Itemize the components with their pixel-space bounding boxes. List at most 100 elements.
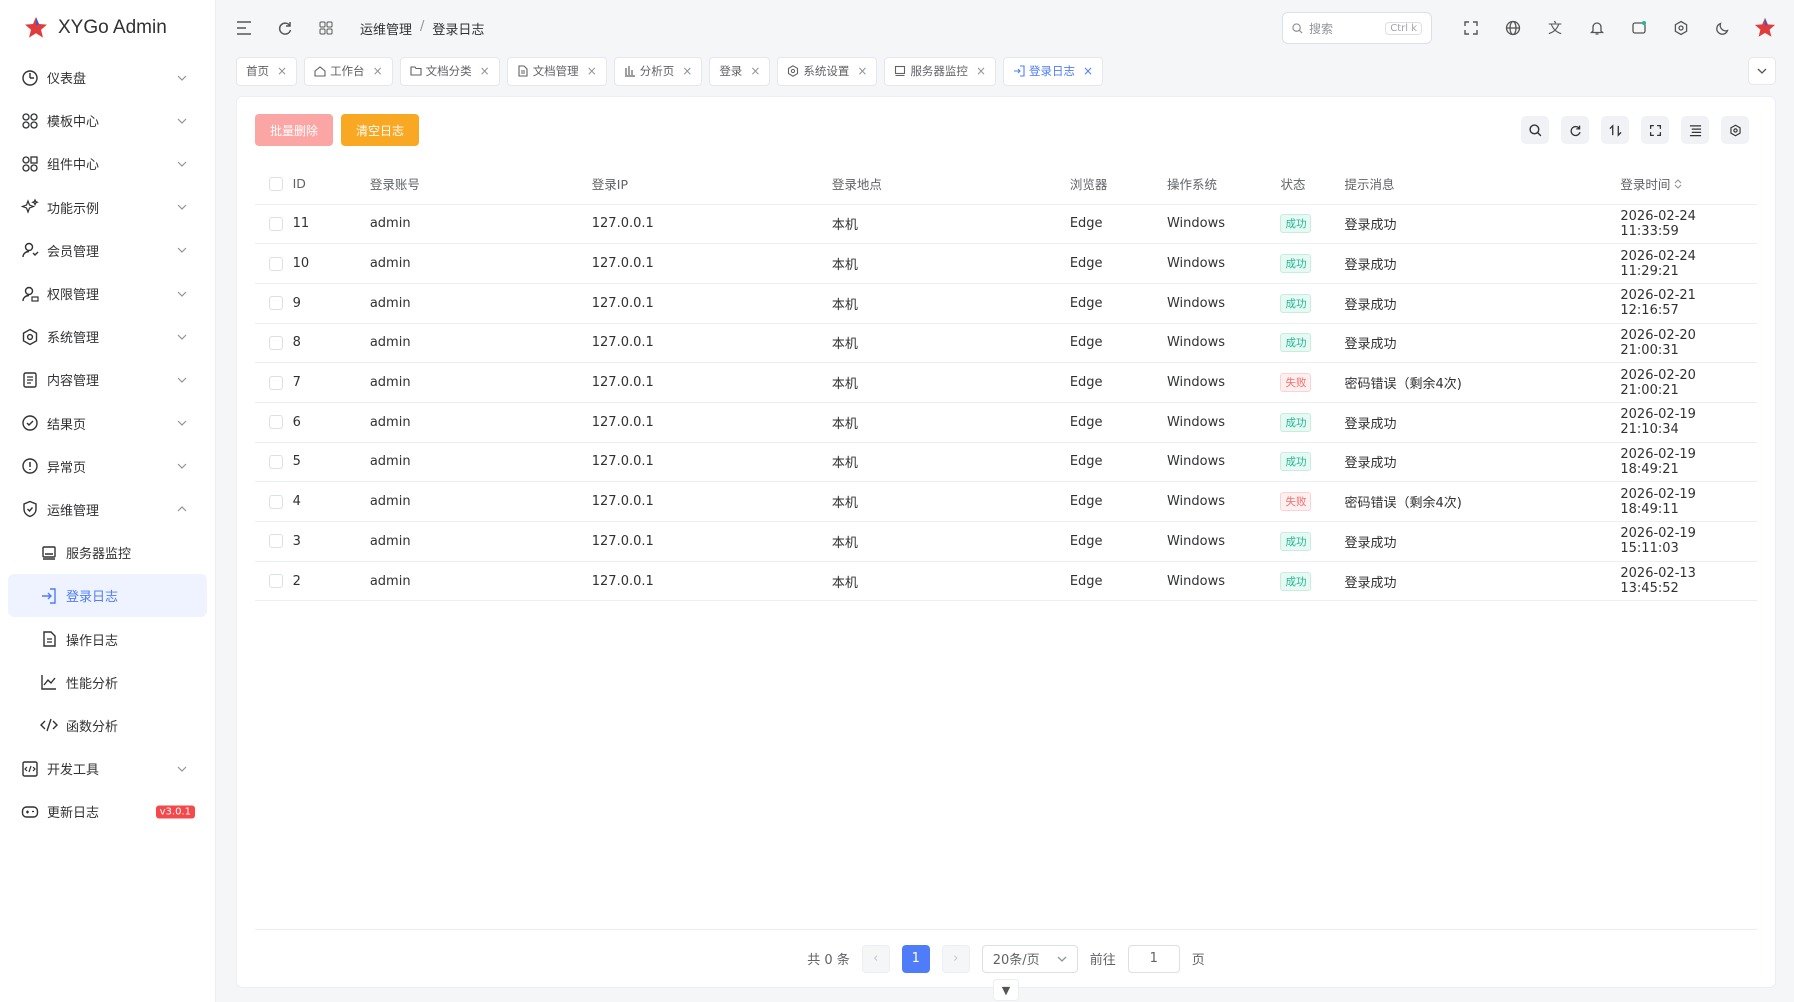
- close-icon[interactable]: ×: [682, 64, 692, 78]
- tab-7[interactable]: 服务器监控 ×: [884, 56, 996, 86]
- close-icon[interactable]: ×: [750, 64, 760, 78]
- breadcrumb: 运维管理 / 登录日志: [360, 19, 484, 38]
- row-checkbox[interactable]: [269, 335, 283, 350]
- row-checkbox[interactable]: [269, 574, 283, 589]
- cell-status: 失败: [1280, 362, 1345, 403]
- collapse-handle-icon[interactable]: ▼: [993, 979, 1019, 1001]
- bell-icon[interactable]: [1586, 17, 1608, 39]
- sort-icon[interactable]: [1601, 116, 1629, 144]
- table-row[interactable]: 6 admin 127.0.0.1 本机 Edge Windows 成功 登录成功 2026-0…: [255, 402, 1757, 443]
- next-page-button[interactable]: ›: [941, 944, 970, 973]
- table-row[interactable]: 7 admin 127.0.0.1 本机 Edge Windows 失败 密码错误（剩余4次)…: [255, 362, 1757, 403]
- column-header-8[interactable]: 登录时间: [1620, 163, 1757, 205]
- sidebar-item-17[interactable]: 更新日志 v3.0.1: [8, 790, 207, 833]
- tab-5[interactable]: 登录 ×: [709, 56, 771, 86]
- sidebar-item-4[interactable]: 会员管理: [8, 229, 207, 272]
- tab-label: 分析页: [639, 64, 675, 78]
- breadcrumb-parent[interactable]: 运维管理: [360, 19, 412, 38]
- sidebar-item-11[interactable]: 服务器监控: [8, 531, 207, 574]
- tab-3[interactable]: 文档管理 ×: [506, 56, 607, 86]
- column-settings-icon[interactable]: [1721, 116, 1749, 144]
- fullscreen-icon[interactable]: [1460, 17, 1482, 39]
- close-icon[interactable]: ×: [857, 64, 867, 78]
- user-lock-icon: [21, 285, 39, 303]
- breadcrumb-current: 登录日志: [432, 22, 485, 38]
- close-icon[interactable]: ×: [1083, 64, 1093, 78]
- moon-icon[interactable]: [1712, 17, 1734, 39]
- sidebar-item-5[interactable]: 权限管理: [8, 272, 207, 315]
- table-row[interactable]: 10 admin 127.0.0.1 本机 Edge Windows 成功 登录成功 2026-…: [255, 243, 1757, 284]
- tab-4[interactable]: 分析页 ×: [613, 56, 703, 86]
- sidebar-item-2[interactable]: 组件中心: [8, 142, 207, 185]
- sidebar-item-10[interactable]: 运维管理: [8, 488, 207, 531]
- sidebar-item-3[interactable]: 功能示例: [8, 186, 207, 229]
- row-checkbox[interactable]: [269, 375, 283, 390]
- close-icon[interactable]: ×: [277, 64, 287, 78]
- close-icon[interactable]: ×: [587, 64, 597, 78]
- sidebar-item-0[interactable]: 仪表盘: [8, 56, 207, 99]
- sidebar-item-7[interactable]: 内容管理: [8, 358, 207, 401]
- row-checkbox[interactable]: [269, 454, 283, 469]
- row-checkbox[interactable]: [269, 415, 283, 430]
- table-row[interactable]: 11 admin 127.0.0.1 本机 Edge Windows 成功 登录成功 2026-…: [255, 204, 1757, 245]
- cell-location: 本机: [831, 521, 1070, 562]
- settings-icon[interactable]: [1670, 17, 1692, 39]
- close-icon[interactable]: ×: [480, 64, 490, 78]
- sidebar-item-1[interactable]: 模板中心: [8, 99, 207, 142]
- tabs-more-button[interactable]: [1748, 57, 1776, 85]
- tab-8[interactable]: 登录日志 ×: [1003, 56, 1104, 86]
- goto-page-input[interactable]: 1: [1127, 944, 1180, 973]
- table-fullscreen-icon[interactable]: [1641, 116, 1669, 144]
- table-row[interactable]: 5 admin 127.0.0.1 本机 Edge Windows 成功 登录成功 2026-0…: [255, 442, 1757, 483]
- select-all-checkbox[interactable]: [269, 177, 283, 191]
- sidebar-item-6[interactable]: 系统管理: [8, 315, 207, 358]
- row-checkbox[interactable]: [269, 256, 283, 271]
- row-checkbox[interactable]: [269, 534, 283, 549]
- cell-ip: 127.0.0.1: [591, 243, 832, 284]
- search-input[interactable]: 搜索 Ctrl k: [1282, 12, 1432, 44]
- sidebar-item-16[interactable]: 开发工具: [8, 747, 207, 790]
- current-page-button[interactable]: 1: [901, 944, 930, 973]
- batch-delete-button[interactable]: 批量删除: [255, 114, 334, 146]
- logo[interactable]: XYGo Admin: [0, 0, 215, 56]
- close-icon[interactable]: ×: [373, 64, 383, 78]
- refresh-icon[interactable]: [275, 18, 295, 38]
- menu-toggle-icon[interactable]: [234, 18, 254, 38]
- sidebar-item-13[interactable]: 操作日志: [8, 617, 207, 660]
- tab-1[interactable]: 工作台 ×: [304, 56, 393, 86]
- tab-0[interactable]: 首页 ×: [236, 56, 298, 86]
- sidebar-item-12[interactable]: 登录日志: [8, 574, 207, 618]
- translate-icon[interactable]: 文: [1544, 17, 1566, 39]
- table-search-icon[interactable]: [1521, 116, 1549, 144]
- page-size-select[interactable]: 20条/页: [981, 944, 1078, 973]
- sidebar-item-9[interactable]: 异常页: [8, 445, 207, 488]
- prev-page-button[interactable]: ‹: [861, 944, 890, 973]
- sidebar-item-8[interactable]: 结果页: [8, 402, 207, 445]
- density-icon[interactable]: [1681, 116, 1709, 144]
- sidebar-item-14[interactable]: 性能分析: [8, 661, 207, 704]
- column-header-2: 登录IP: [591, 163, 832, 205]
- cell-location: 本机: [831, 561, 1070, 602]
- row-checkbox[interactable]: [269, 296, 283, 311]
- tab-2[interactable]: 文档分类 ×: [399, 56, 500, 86]
- close-icon[interactable]: ×: [976, 64, 986, 78]
- table-row[interactable]: 3 admin 127.0.0.1 本机 Edge Windows 成功 登录成功 2026-0…: [255, 521, 1757, 562]
- cell-account: admin: [369, 442, 592, 483]
- table-refresh-icon[interactable]: [1561, 116, 1589, 144]
- avatar[interactable]: [1754, 17, 1776, 39]
- chat-icon[interactable]: [1628, 17, 1650, 39]
- apps-grid-icon[interactable]: [316, 18, 336, 38]
- sidebar-item-label: 操作日志: [66, 633, 119, 649]
- table-row[interactable]: 9 admin 127.0.0.1 本机 Edge Windows 成功 登录成功 2026-0…: [255, 283, 1757, 324]
- tab-6[interactable]: 系统设置 ×: [777, 56, 878, 86]
- clear-log-button[interactable]: 清空日志: [341, 114, 420, 146]
- row-checkbox[interactable]: [269, 216, 283, 231]
- table-row[interactable]: 4 admin 127.0.0.1 本机 Edge Windows 失败 密码错误（剩余4次)…: [255, 481, 1757, 522]
- cell-account: admin: [369, 481, 592, 522]
- table-row[interactable]: 8 admin 127.0.0.1 本机 Edge Windows 成功 登录成功 2026-0…: [255, 323, 1757, 364]
- cell-msg: 登录成功: [1344, 561, 1621, 602]
- table-row[interactable]: 2 admin 127.0.0.1 本机 Edge Windows 成功 登录成功 2026-0…: [255, 561, 1757, 602]
- row-checkbox[interactable]: [269, 494, 283, 509]
- globe-icon[interactable]: [1502, 17, 1524, 39]
- sidebar-item-15[interactable]: 函数分析: [8, 704, 207, 747]
